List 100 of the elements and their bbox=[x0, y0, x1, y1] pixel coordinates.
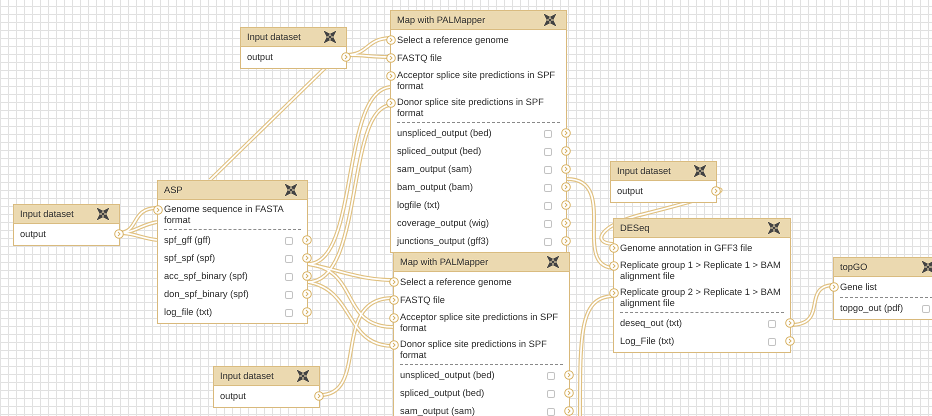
input-label: Genome annotation in GFF3 file bbox=[620, 243, 752, 254]
input-label: Replicate group 1 > Replicate 1 > BAM alignment file bbox=[620, 260, 782, 282]
output-terminal-icon[interactable] bbox=[561, 218, 571, 228]
output-label: unspliced_output (bed) bbox=[397, 128, 492, 139]
output-label: logfile (txt) bbox=[397, 200, 440, 211]
input-terminal-icon[interactable] bbox=[609, 243, 619, 253]
output-terminal-icon[interactable] bbox=[561, 164, 571, 174]
output-label: output bbox=[247, 52, 273, 63]
output-label: bam_output (bam) bbox=[397, 182, 473, 193]
output-terminal-icon[interactable] bbox=[302, 307, 312, 317]
close-icon[interactable] bbox=[544, 14, 556, 26]
input-label: Donor splice site predictions in SPF format bbox=[400, 339, 548, 361]
close-icon[interactable] bbox=[922, 261, 932, 273]
output-label: acc_spf_binary (spf) bbox=[164, 271, 248, 282]
output-checkbox[interactable] bbox=[544, 184, 552, 192]
node-title: Map with PALMapper bbox=[397, 15, 486, 25]
output-label: output bbox=[20, 229, 46, 240]
close-icon[interactable] bbox=[324, 31, 336, 43]
output-terminal-icon[interactable] bbox=[785, 336, 795, 346]
node-title: DESeq bbox=[620, 223, 650, 233]
output-terminal-icon[interactable] bbox=[114, 229, 124, 239]
output-checkbox[interactable] bbox=[544, 202, 552, 210]
output-terminal-icon[interactable] bbox=[341, 52, 351, 62]
output-checkbox[interactable] bbox=[544, 130, 552, 138]
output-terminal-icon[interactable] bbox=[314, 391, 324, 401]
output-terminal-icon[interactable] bbox=[561, 146, 571, 156]
output-label: junctions_output (gff3) bbox=[397, 236, 489, 247]
input-terminal-icon[interactable] bbox=[389, 277, 399, 287]
output-terminal-icon[interactable] bbox=[302, 235, 312, 245]
output-label: coverage_output (wig) bbox=[397, 218, 489, 229]
output-terminal-icon[interactable] bbox=[561, 200, 571, 210]
close-icon[interactable] bbox=[768, 222, 780, 234]
input-terminal-icon[interactable] bbox=[389, 295, 399, 305]
input-terminal-icon[interactable] bbox=[386, 98, 396, 108]
output-label: topgo_out (pdf) bbox=[840, 303, 904, 314]
node-title: Input dataset bbox=[220, 371, 274, 381]
close-icon[interactable] bbox=[547, 256, 559, 268]
node-title: topGO bbox=[840, 262, 868, 272]
input-terminal-icon[interactable] bbox=[389, 340, 399, 350]
output-checkbox[interactable] bbox=[544, 148, 552, 156]
output-label: Log_File (txt) bbox=[620, 336, 674, 347]
node-title: Map with PALMapper bbox=[400, 257, 488, 267]
output-checkbox[interactable] bbox=[547, 390, 555, 398]
input-label: FASTQ file bbox=[397, 53, 442, 64]
output-terminal-icon[interactable] bbox=[785, 318, 795, 328]
output-checkbox[interactable] bbox=[922, 304, 930, 312]
input-terminal-icon[interactable] bbox=[386, 53, 396, 63]
input-terminal-icon[interactable] bbox=[609, 288, 619, 298]
output-checkbox[interactable] bbox=[285, 236, 293, 244]
input-terminal-icon[interactable] bbox=[389, 313, 399, 323]
output-checkbox[interactable] bbox=[544, 166, 552, 174]
output-label: log_file (txt) bbox=[164, 307, 212, 318]
output-label: unspliced_output (bed) bbox=[400, 370, 495, 381]
input-label: Genome sequence in FASTA format bbox=[164, 204, 284, 226]
output-terminal-icon[interactable] bbox=[302, 253, 312, 263]
close-icon[interactable] bbox=[97, 208, 109, 220]
output-checkbox[interactable] bbox=[285, 254, 293, 262]
input-terminal-icon[interactable] bbox=[829, 282, 839, 292]
output-checkbox[interactable] bbox=[285, 272, 293, 280]
node-title: ASP bbox=[164, 185, 183, 195]
output-terminal-icon[interactable] bbox=[561, 236, 571, 246]
input-label: Select a reference genome bbox=[400, 277, 512, 288]
output-terminal-icon[interactable] bbox=[561, 128, 571, 138]
input-terminal-icon[interactable] bbox=[386, 35, 396, 45]
output-checkbox[interactable] bbox=[768, 320, 776, 328]
output-terminal-icon[interactable] bbox=[564, 388, 574, 398]
output-checkbox[interactable] bbox=[285, 308, 293, 316]
output-label: deseq_out (txt) bbox=[620, 318, 682, 329]
input-label: Gene list bbox=[840, 282, 877, 293]
input-label: Donor splice site predictions in SPF format bbox=[397, 97, 545, 119]
input-label: Replicate group 2 > Replicate 1 > BAM alignment file bbox=[620, 287, 782, 309]
output-checkbox[interactable] bbox=[285, 290, 293, 298]
output-label: output bbox=[220, 391, 246, 402]
output-label: spliced_output (bed) bbox=[400, 388, 484, 399]
output-label: spliced_output (bed) bbox=[397, 146, 482, 157]
output-checkbox[interactable] bbox=[768, 338, 776, 346]
output-terminal-icon[interactable] bbox=[564, 370, 574, 380]
output-checkbox[interactable] bbox=[547, 408, 555, 416]
input-label: Acceptor splice site predictions in SPF format bbox=[400, 312, 560, 334]
node-title: Input dataset bbox=[617, 166, 671, 176]
input-label: FASTQ file bbox=[400, 295, 445, 306]
close-icon[interactable] bbox=[297, 370, 309, 382]
node-title: Input dataset bbox=[20, 209, 74, 219]
output-terminal-icon[interactable] bbox=[302, 271, 312, 281]
output-label: output bbox=[617, 186, 643, 197]
close-icon[interactable] bbox=[285, 184, 297, 196]
input-terminal-icon[interactable] bbox=[386, 71, 396, 81]
input-label: Select a reference genome bbox=[397, 35, 509, 46]
node-title: Input dataset bbox=[247, 32, 301, 42]
output-checkbox[interactable] bbox=[544, 238, 552, 246]
output-terminal-icon[interactable] bbox=[564, 406, 574, 416]
input-terminal-icon[interactable] bbox=[609, 261, 619, 271]
output-checkbox[interactable] bbox=[547, 372, 555, 380]
output-label: sam_output (sam) bbox=[400, 406, 475, 416]
output-checkbox[interactable] bbox=[544, 220, 552, 228]
output-terminal-icon[interactable] bbox=[561, 182, 571, 192]
input-terminal-icon[interactable] bbox=[153, 205, 163, 215]
output-terminal-icon[interactable] bbox=[711, 186, 721, 196]
output-terminal-icon[interactable] bbox=[302, 289, 312, 299]
close-icon[interactable] bbox=[694, 165, 706, 177]
